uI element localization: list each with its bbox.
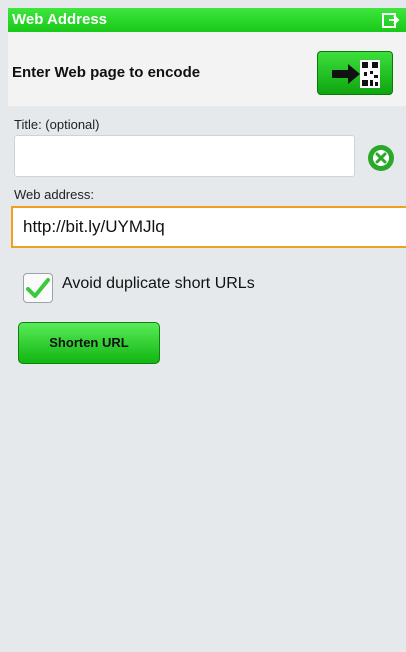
clear-icon[interactable] [367, 144, 395, 172]
avoid-duplicates-checkbox[interactable] [23, 273, 53, 303]
title-input[interactable] [14, 135, 355, 177]
header-label: Enter Web page to encode [12, 64, 201, 81]
web-address-input[interactable]: http://bit.ly/UYMJlq [11, 206, 406, 248]
app-title: Web Address [12, 11, 108, 28]
exit-icon[interactable] [382, 11, 400, 29]
shorten-url-button[interactable]: Shorten URL [18, 322, 160, 364]
avoid-duplicates-label[interactable]: Avoid duplicate short URLs [62, 275, 255, 293]
web-address-label: Web address: [14, 187, 94, 202]
arrow-qr-icon [332, 60, 380, 88]
title-bar: Web Address [8, 8, 406, 32]
checkmark-icon [26, 278, 50, 298]
title-label: Title: (optional) [14, 117, 100, 132]
header-bar: Enter Web page to encode [8, 32, 406, 106]
encode-button[interactable] [317, 51, 393, 95]
